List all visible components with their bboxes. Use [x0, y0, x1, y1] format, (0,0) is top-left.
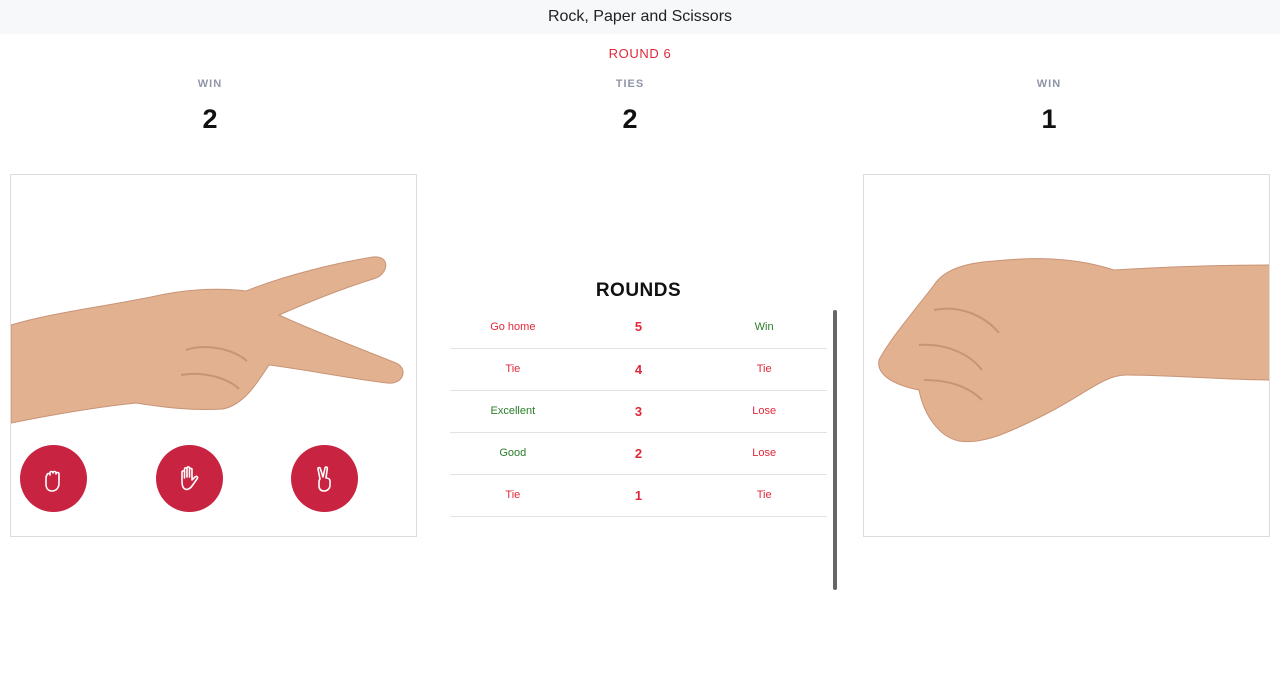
computer-score-caption: WIN — [1036, 78, 1062, 90]
app-title: Rock, Paper and Scissors — [547, 8, 733, 25]
scissors-icon — [316, 465, 331, 492]
ties-score: TIES 2 — [530, 78, 730, 135]
computer-card — [863, 174, 1270, 537]
round-number: 2 — [575, 432, 702, 475]
round-player-result: Good — [450, 432, 576, 475]
round-number: 1 — [575, 474, 702, 517]
round-player-result: Tie — [450, 474, 576, 517]
ties-score-caption: TIES — [615, 78, 645, 90]
rounds-panel: ROUNDS Go home 5 Win Tie 4 Tie Excellent 3 Lose G… — [450, 280, 827, 517]
player-score: WIN 2 — [110, 78, 310, 135]
rounds-row: Tie 1 Tie — [450, 474, 827, 517]
player-score-value: 2 — [202, 104, 218, 134]
round-computer-result: Lose — [701, 390, 827, 433]
rock-button[interactable] — [20, 445, 87, 512]
round-computer-result: Lose — [701, 432, 827, 475]
top-bar: Rock, Paper and Scissors — [0, 0, 1280, 34]
computer-score: WIN 1 — [949, 78, 1149, 135]
rounds-row: Good 2 Lose — [450, 432, 827, 475]
rock-icon — [44, 470, 60, 492]
round-computer-result: Tie — [701, 348, 827, 391]
rounds-row: Excellent 3 Lose — [450, 390, 827, 433]
computer-score-value: 1 — [1041, 104, 1057, 134]
rounds-scrollbar[interactable] — [833, 310, 837, 590]
round-player-result: Excellent — [450, 390, 576, 433]
round-player-result: Go home — [450, 306, 576, 349]
round-number: 3 — [575, 390, 702, 433]
rounds-heading: ROUNDS — [595, 280, 682, 301]
player-card — [10, 174, 417, 537]
round-number: 4 — [575, 348, 702, 391]
round-computer-result: Tie — [701, 474, 827, 517]
ties-score-value: 2 — [622, 104, 638, 134]
scissors-button[interactable] — [291, 445, 358, 512]
rock-fist-image — [878, 258, 1269, 443]
round-computer-result: Win — [701, 306, 827, 349]
paper-button[interactable] — [156, 445, 223, 512]
paper-icon — [180, 465, 198, 490]
rounds-row: Tie 4 Tie — [450, 348, 827, 391]
scissors-hand-image — [11, 256, 404, 424]
round-player-result: Tie — [450, 348, 576, 391]
round-label: ROUND 6 — [608, 46, 672, 61]
round-number: 5 — [575, 306, 702, 349]
rounds-row: Go home 5 Win — [450, 306, 827, 349]
player-score-caption: WIN — [197, 78, 223, 90]
rounds-table: Go home 5 Win Tie 4 Tie Excellent 3 Lose Good 2 Los… — [450, 306, 827, 517]
